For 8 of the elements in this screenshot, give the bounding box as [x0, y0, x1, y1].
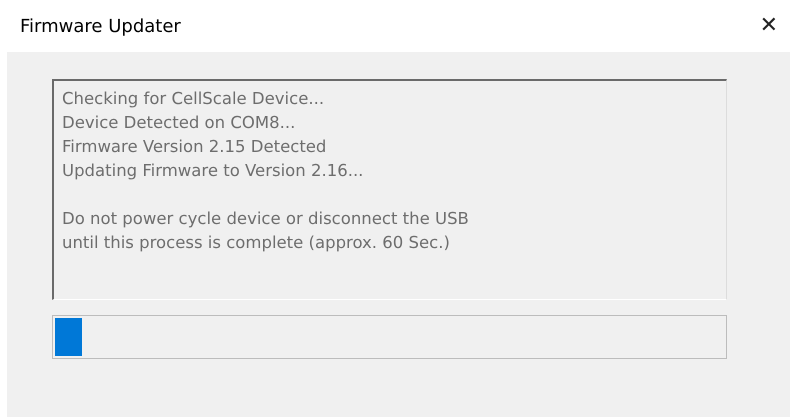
status-line: Checking for CellScale Device...: [62, 88, 326, 110]
warning-line: Do not power cycle device or disconnect the USB: [62, 208, 470, 230]
warning-line: until this process is complete (approx. 60 Sec.): [62, 232, 451, 254]
status-line: Device Detected on COM8...: [62, 112, 296, 134]
close-button[interactable]: ✕: [754, 11, 784, 41]
status-line: Updating Firmware to Version 2.16...: [62, 160, 364, 182]
window-title: Firmware Updater: [20, 16, 181, 36]
status-line: Firmware Version 2.15 Detected: [62, 136, 328, 158]
